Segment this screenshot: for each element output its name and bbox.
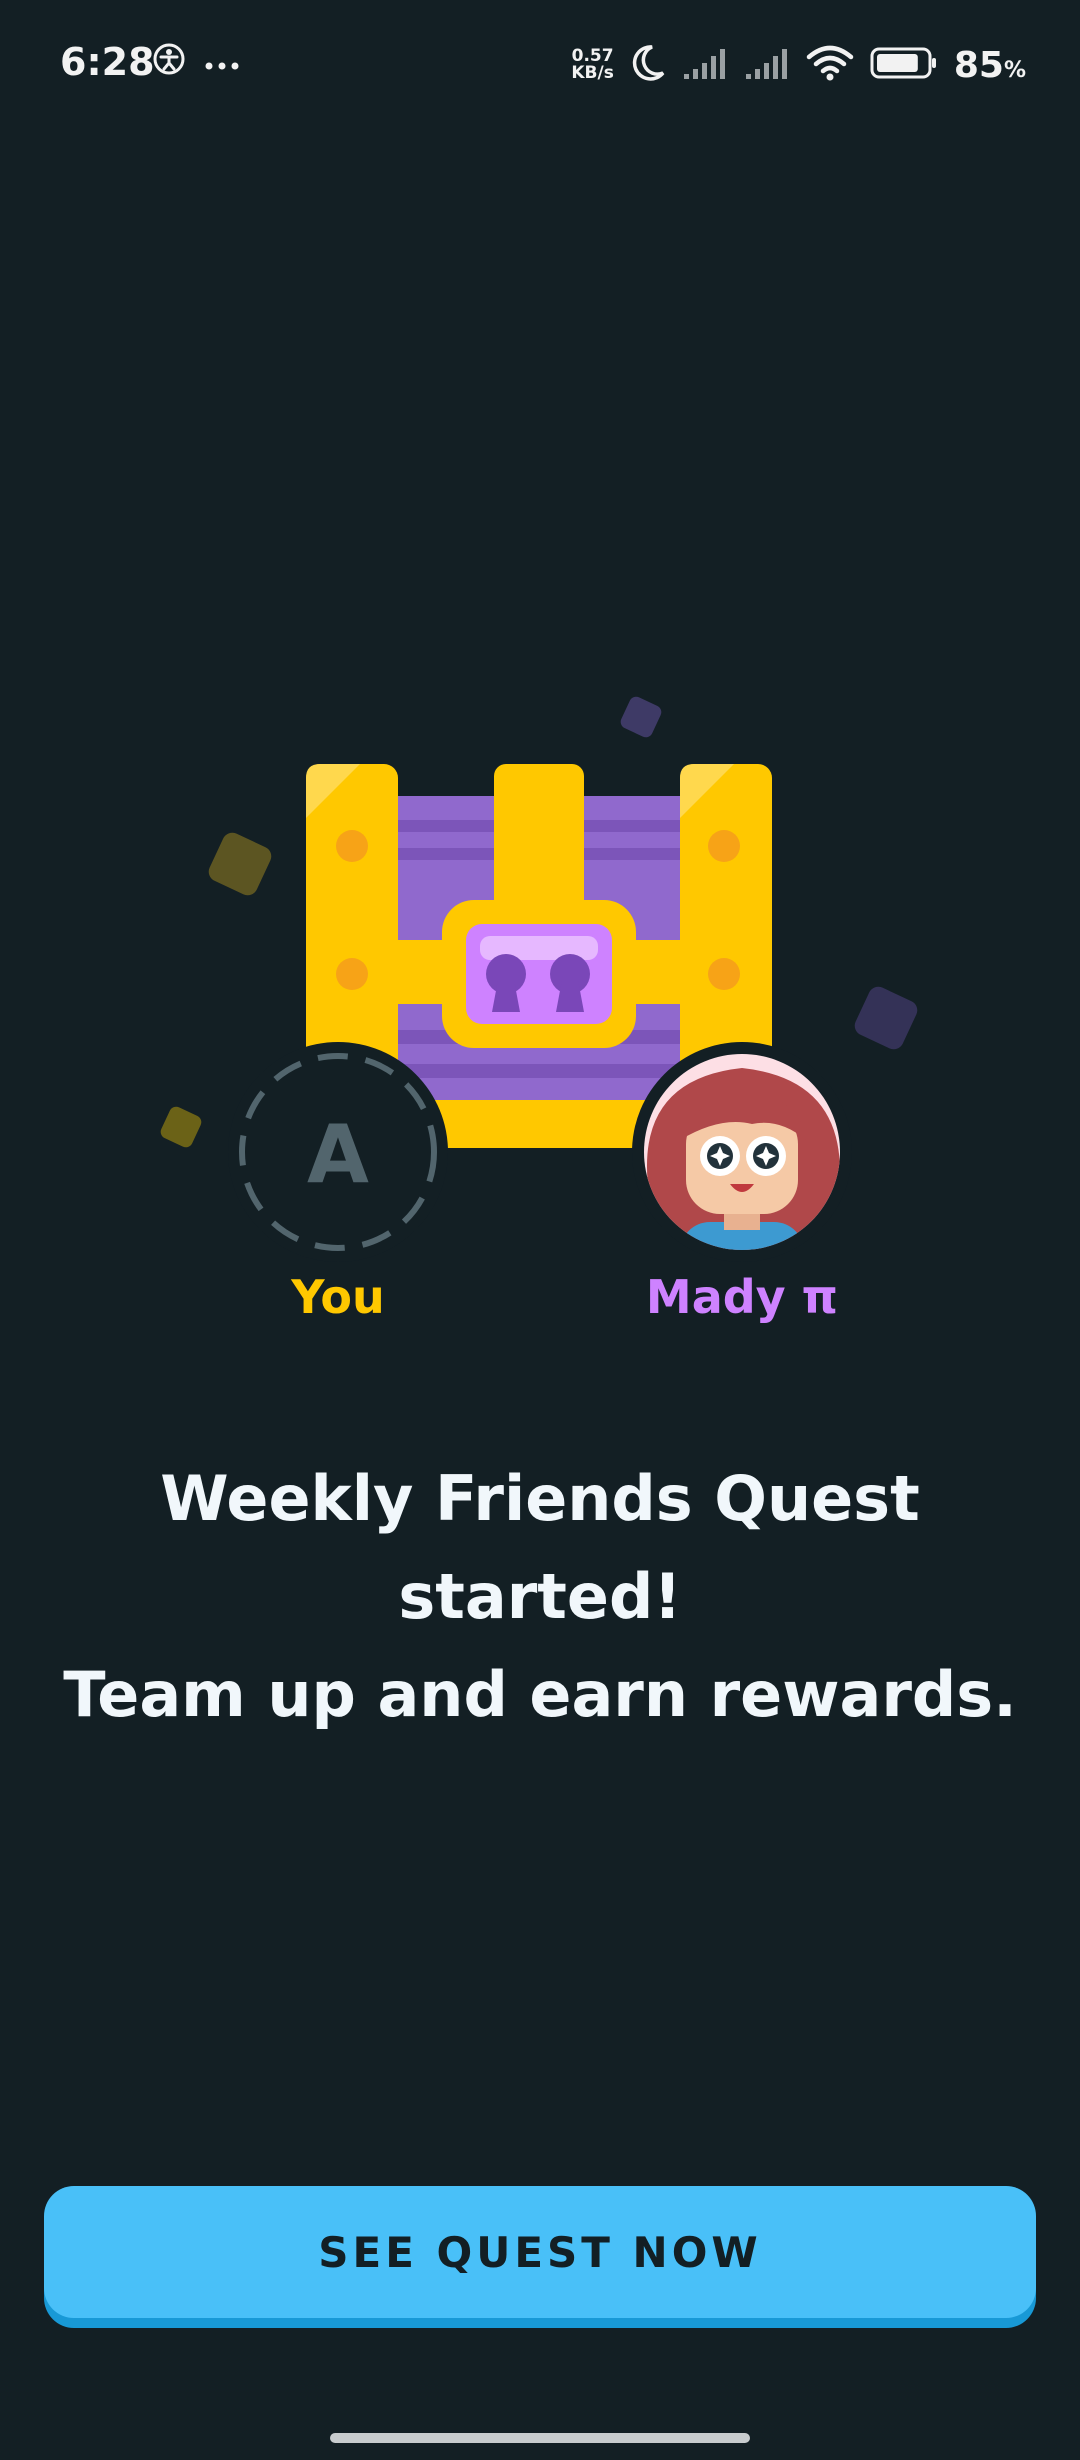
friend-avatar <box>632 1042 852 1262</box>
confetti-square <box>208 832 272 896</box>
friend-name-label: Mady π <box>645 1270 839 1324</box>
confetti-square <box>854 986 918 1050</box>
you-initial: A <box>307 1108 369 1201</box>
headline-line-1: Weekly Friends Quest started! <box>160 1462 920 1633</box>
confetti-square <box>160 1106 202 1148</box>
see-quest-now-button[interactable]: SEE QUEST NOW <box>44 2186 1036 2318</box>
you-avatar: A <box>228 1042 448 1262</box>
you-label: You <box>291 1270 385 1324</box>
home-indicator[interactable] <box>330 2433 750 2443</box>
headline-line-2: Team up and earn rewards. <box>63 1658 1017 1731</box>
quest-headline: Weekly Friends Quest started! Team up an… <box>40 1450 1040 1744</box>
confetti-square <box>620 696 662 738</box>
quest-illustration: A <box>0 0 1080 1400</box>
